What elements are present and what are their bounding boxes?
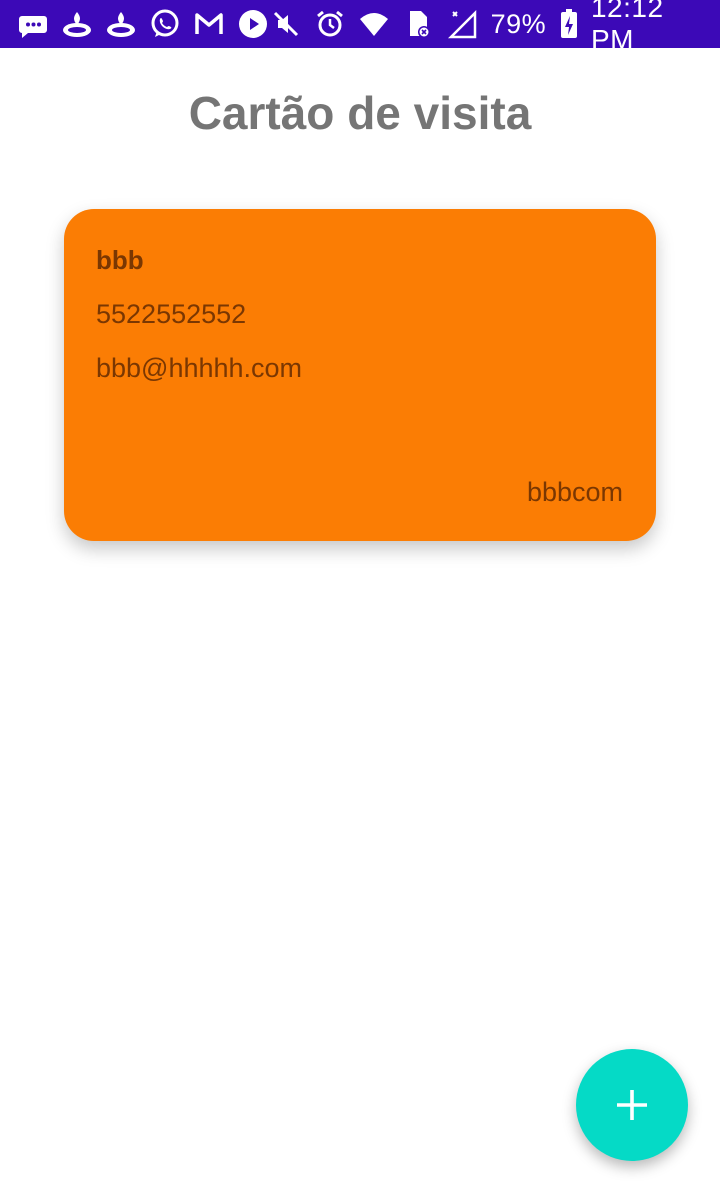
- wifi-icon: [358, 7, 390, 41]
- santander-icon: [60, 7, 94, 41]
- card-name: bbb: [96, 245, 144, 275]
- business-card[interactable]: bbb 5522552552 bbb@hhhhh.com bbbcom: [64, 209, 656, 541]
- battery-icon: [558, 7, 579, 41]
- system-icons: 79% 12:12 PM: [270, 0, 708, 56]
- page-title: Cartão de visita: [188, 87, 532, 139]
- card-company: bbbcom: [526, 477, 623, 507]
- card-phone: 5522552552: [96, 299, 247, 329]
- santander-icon: [104, 7, 138, 41]
- whatsapp-icon: [148, 7, 182, 41]
- no-signal-icon: [447, 7, 479, 41]
- card-email: bbb@hhhhh.com: [96, 353, 303, 383]
- notification-icons: [16, 7, 270, 41]
- plus-icon: [614, 1087, 650, 1123]
- sim-card-icon: [402, 7, 434, 41]
- youtube-icon: [236, 7, 270, 41]
- battery-percent: 79%: [490, 8, 547, 39]
- clock: 12:12 PM: [590, 0, 664, 55]
- gmail-icon: [192, 7, 226, 41]
- messages-icon: [16, 7, 50, 41]
- add-card-button[interactable]: [576, 1049, 688, 1161]
- alarm-icon: [314, 7, 346, 41]
- status-bar: 79% 12:12 PM: [0, 0, 720, 55]
- mute-icon: [270, 7, 302, 41]
